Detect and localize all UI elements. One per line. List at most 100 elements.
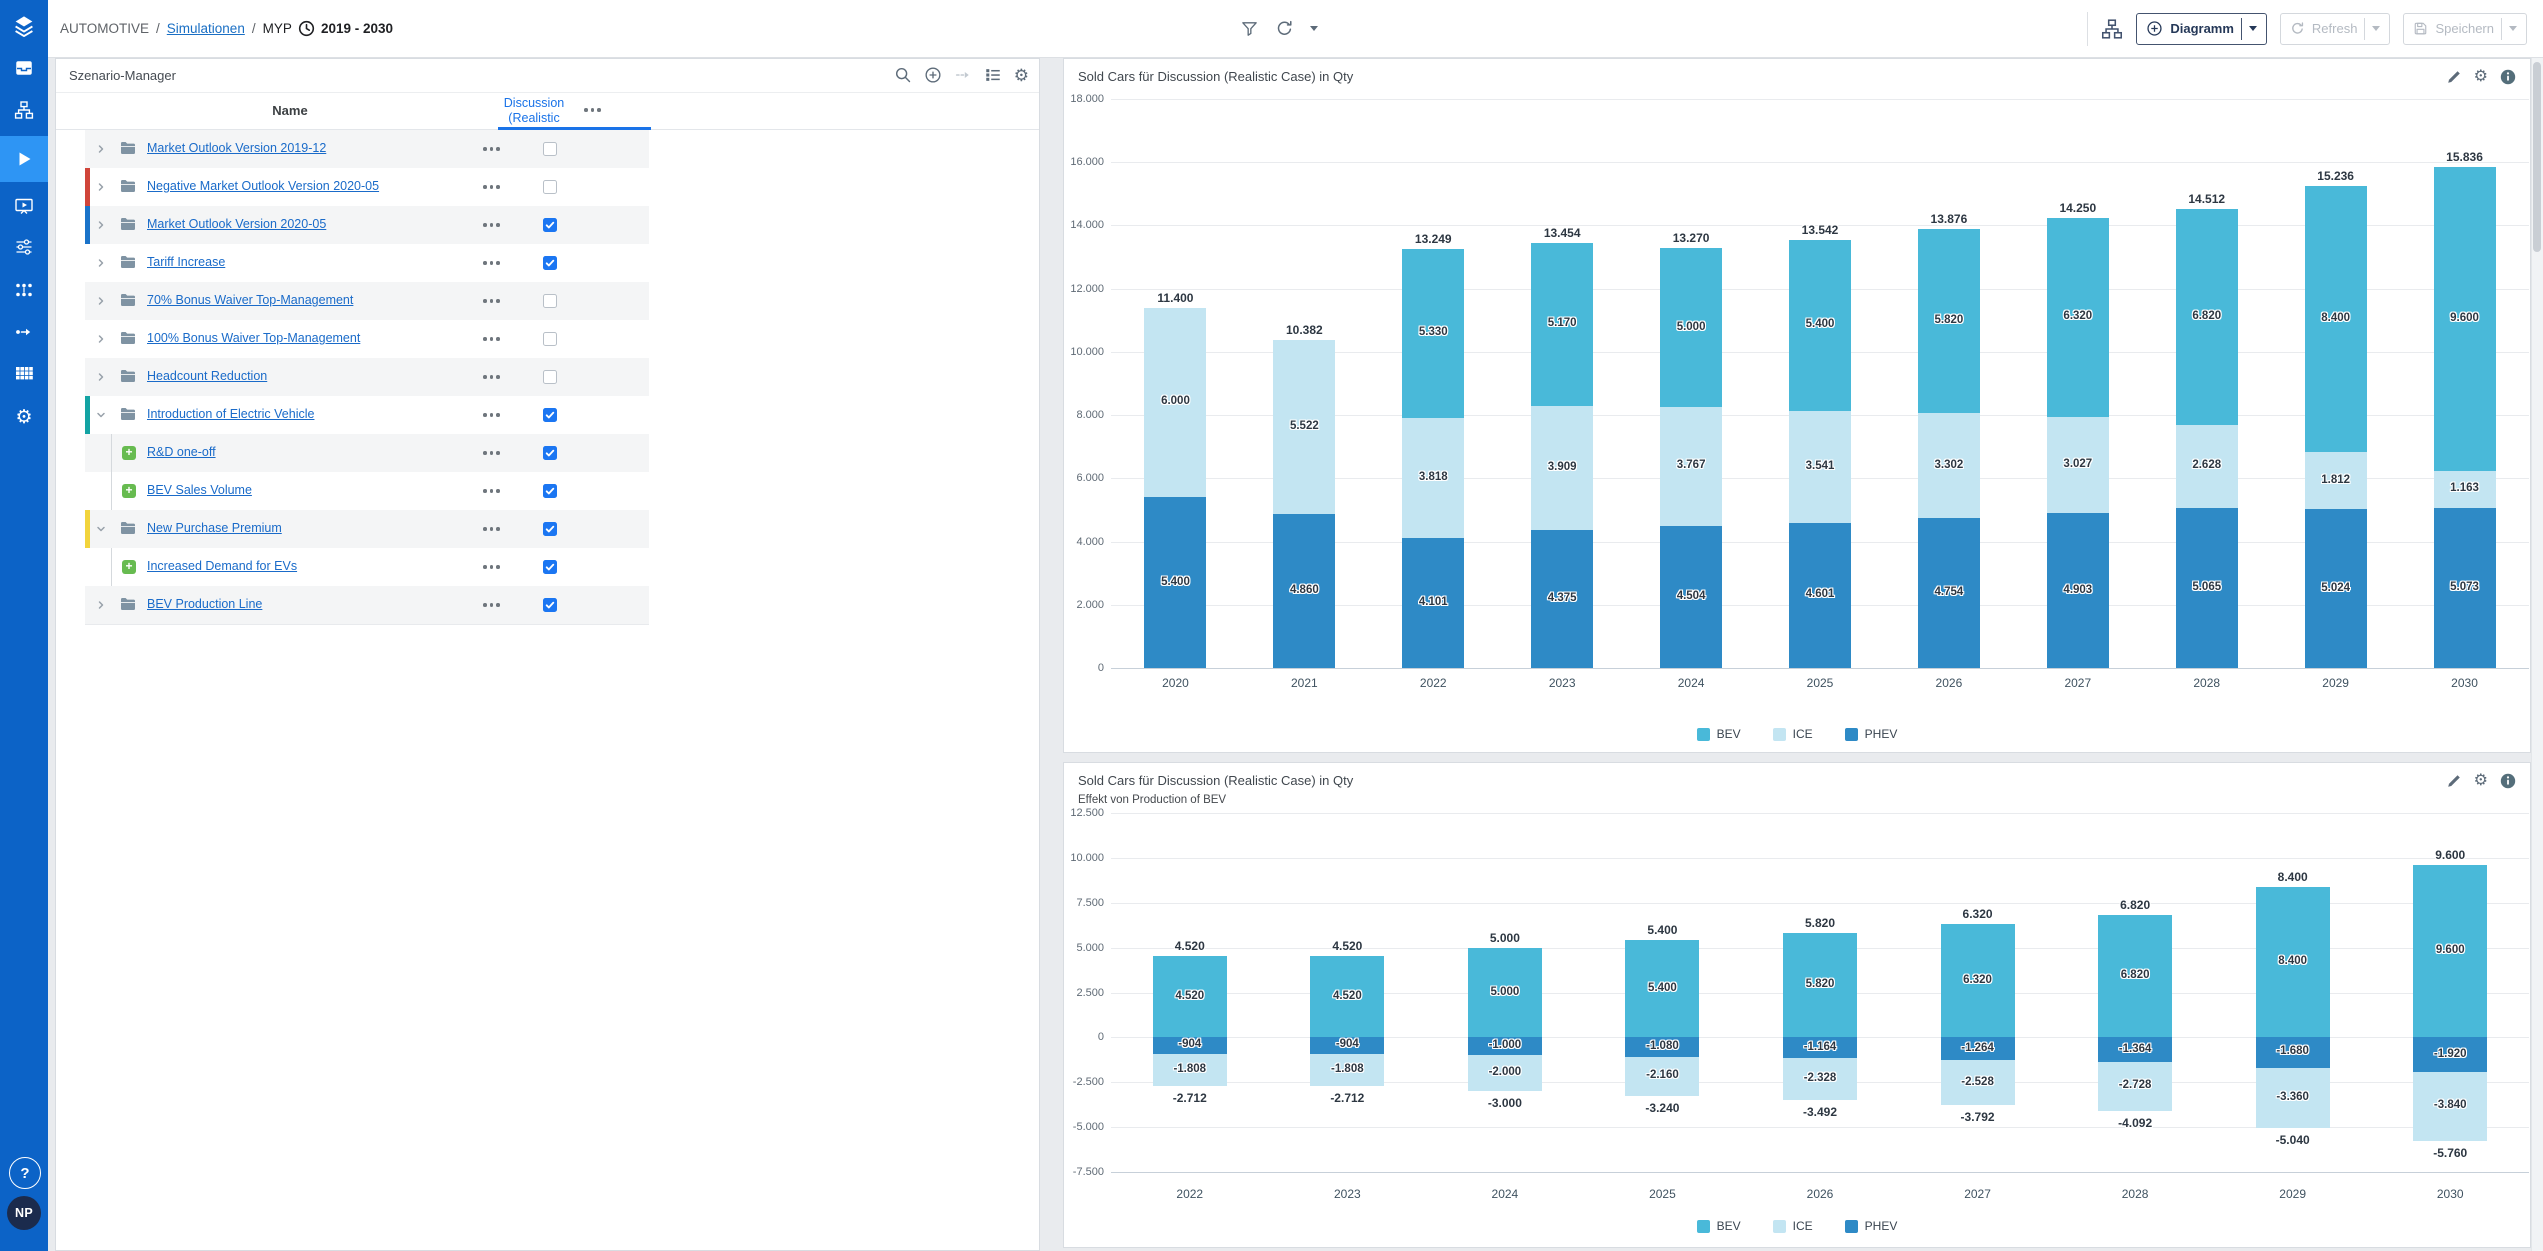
add-diagram-button[interactable]: Diagramm	[2136, 13, 2267, 45]
gear-icon[interactable]: ⚙	[2474, 773, 2488, 789]
scenario-checkbox-unchecked[interactable]	[543, 142, 557, 156]
chevron-right-icon[interactable]	[95, 599, 107, 611]
sidebar-item-tables[interactable]	[0, 353, 48, 393]
segment-value-label: 5.820	[1775, 978, 1865, 990]
sidebar-item-presentation[interactable]	[0, 186, 48, 226]
scenario-checkbox-checked[interactable]	[543, 446, 557, 460]
segment-value-label: 3.027	[2033, 458, 2123, 470]
scenario-link[interactable]: BEV Sales Volume	[147, 483, 252, 497]
legend-item-bev[interactable]: BEV	[1697, 1219, 1741, 1233]
scenario-checkbox-checked[interactable]	[543, 598, 557, 612]
scenario-checkbox-checked[interactable]	[543, 522, 557, 536]
scenario-link[interactable]: 100% Bonus Waiver Top-Management	[147, 331, 360, 345]
scenario-link[interactable]: Market Outlook Version 2019-12	[147, 141, 326, 155]
scenario-checkbox-checked[interactable]	[543, 560, 557, 574]
scenario-link[interactable]: 70% Bonus Waiver Top-Management	[147, 293, 353, 307]
name-column-header[interactable]: Name	[85, 92, 495, 130]
row-menu-icon[interactable]	[483, 413, 500, 417]
breadcrumb-simulations-link[interactable]: Simulationen	[167, 21, 245, 36]
scenario-checkbox-checked[interactable]	[543, 218, 557, 232]
scenario-link[interactable]: Increased Demand for EVs	[147, 559, 297, 573]
chevron-right-icon[interactable]	[95, 371, 107, 383]
sidebar-item-archive[interactable]	[0, 48, 48, 88]
info-icon[interactable]	[2500, 69, 2516, 85]
chevron-right-icon[interactable]	[95, 181, 107, 193]
sidebar-item-admin[interactable]: ⚙	[0, 397, 48, 437]
chevron-right-icon[interactable]	[95, 143, 107, 155]
y-axis-tick: 12.000	[1066, 283, 1104, 295]
scenario-checkbox-checked[interactable]	[543, 256, 557, 270]
bar-total-label: 13.454	[1514, 226, 1610, 240]
row-menu-icon[interactable]	[483, 299, 500, 303]
chevron-right-icon[interactable]	[95, 333, 107, 345]
chevron-down-icon[interactable]	[95, 409, 107, 421]
row-menu-icon[interactable]	[483, 565, 500, 569]
row-menu-icon[interactable]	[483, 489, 500, 493]
scenario-checkbox-unchecked[interactable]	[543, 370, 557, 384]
scenario-checkbox-checked[interactable]	[543, 484, 557, 498]
scenario-link[interactable]: Market Outlook Version 2020-05	[147, 217, 326, 231]
time-range[interactable]: 2019 - 2030	[298, 0, 393, 57]
row-menu-icon[interactable]	[483, 603, 500, 607]
segment-value-label: 5.522	[1259, 420, 1349, 432]
gear-icon[interactable]: ⚙	[2474, 69, 2488, 85]
row-menu-icon[interactable]	[483, 451, 500, 455]
chevron-down-icon[interactable]	[95, 523, 107, 535]
chevron-right-icon[interactable]	[95, 295, 107, 307]
discussion-column-header[interactable]: Discussion (Realistic	[486, 96, 582, 125]
help-icon[interactable]: ?	[9, 1157, 41, 1189]
pencil-icon[interactable]	[2446, 69, 2462, 85]
transfer-arrow-icon[interactable]	[954, 66, 972, 84]
scenario-link[interactable]: Negative Market Outlook Version 2020-05	[147, 179, 379, 193]
list-icon[interactable]	[984, 66, 1002, 84]
row-menu-icon[interactable]	[483, 337, 500, 341]
info-icon[interactable]	[2500, 773, 2516, 789]
legend-item-ice[interactable]: ICE	[1773, 727, 1813, 741]
scenario-link[interactable]: R&D one-off	[147, 445, 216, 459]
tree-guide-line	[111, 472, 112, 510]
sidebar-item-hierarchy[interactable]	[0, 90, 48, 130]
column-menu-icon[interactable]	[584, 108, 601, 112]
segment-value-label: -1.000	[1460, 1039, 1550, 1051]
scenario-checkbox-unchecked[interactable]	[543, 294, 557, 308]
caret-down-icon[interactable]	[1310, 26, 1318, 31]
sidebar-item-transitions[interactable]	[0, 312, 48, 352]
legend-item-phev[interactable]: PHEV	[1845, 1219, 1898, 1233]
chevron-right-icon[interactable]	[95, 219, 107, 231]
filter-icon[interactable]	[1240, 19, 1259, 38]
legend-label: ICE	[1793, 1219, 1813, 1233]
sidebar-item-settings-sliders[interactable]	[0, 227, 48, 267]
save-button[interactable]: Speichern	[2403, 13, 2527, 45]
scrollbar-thumb[interactable]	[2533, 62, 2541, 252]
scenario-checkbox-unchecked[interactable]	[543, 332, 557, 346]
gear-icon[interactable]: ⚙	[1014, 67, 1029, 84]
row-menu-icon[interactable]	[483, 261, 500, 265]
refresh-icon[interactable]	[1275, 19, 1294, 38]
legend-item-ice[interactable]: ICE	[1773, 1219, 1813, 1233]
legend-item-bev[interactable]: BEV	[1697, 727, 1741, 741]
add-circle-icon[interactable]	[924, 66, 942, 84]
row-menu-icon[interactable]	[483, 185, 500, 189]
search-icon[interactable]	[894, 66, 912, 84]
legend-item-phev[interactable]: PHEV	[1845, 727, 1898, 741]
scenario-checkbox-checked[interactable]	[543, 408, 557, 422]
scenario-link[interactable]: New Purchase Premium	[147, 521, 282, 535]
row-menu-icon[interactable]	[483, 375, 500, 379]
refresh-button[interactable]: Refresh	[2280, 13, 2391, 45]
scenario-link[interactable]: Headcount Reduction	[147, 369, 267, 383]
pencil-icon[interactable]	[2446, 773, 2462, 789]
row-menu-icon[interactable]	[483, 527, 500, 531]
scenario-link[interactable]: BEV Production Line	[147, 597, 262, 611]
hierarchy-icon[interactable]	[2101, 18, 2123, 40]
sidebar-item-simulation[interactable]	[0, 136, 48, 182]
scenario-checkbox-unchecked[interactable]	[543, 180, 557, 194]
row-menu-icon[interactable]	[483, 223, 500, 227]
scenario-color-tag	[85, 510, 90, 548]
scenario-link[interactable]: Tariff Increase	[147, 255, 225, 269]
avatar[interactable]: NP	[7, 1196, 41, 1230]
folder-icon	[120, 597, 136, 611]
chevron-right-icon[interactable]	[95, 257, 107, 269]
scenario-link[interactable]: Introduction of Electric Vehicle	[147, 407, 314, 421]
row-menu-icon[interactable]	[483, 147, 500, 151]
sidebar-item-model[interactable]	[0, 270, 48, 310]
